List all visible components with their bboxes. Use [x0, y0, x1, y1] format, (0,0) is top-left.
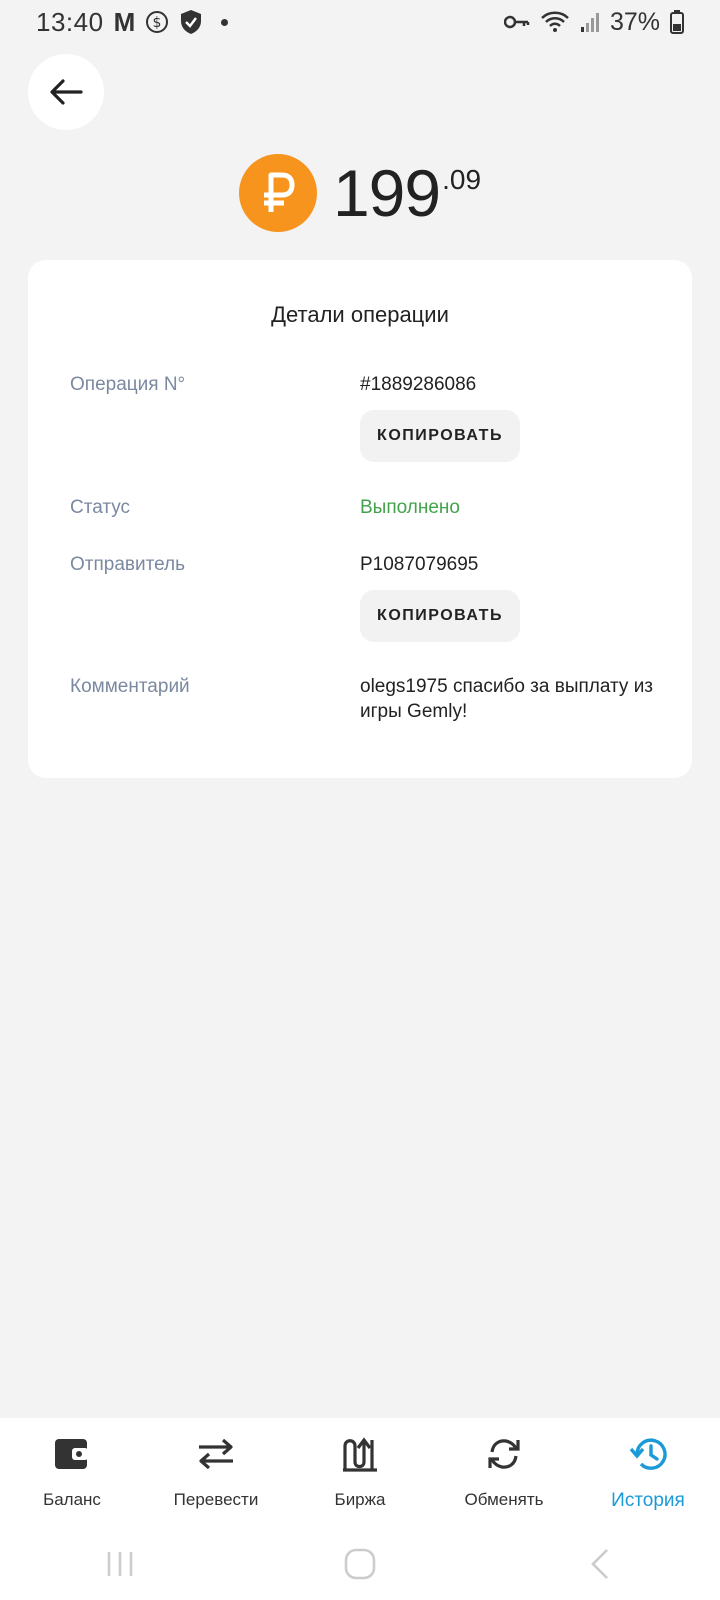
signal-icon — [580, 11, 600, 33]
nav-balance[interactable]: Баланс — [0, 1434, 144, 1510]
dollar-circle-icon: $ — [145, 10, 169, 34]
nav-exchange[interactable]: Биржа — [288, 1434, 432, 1510]
copy-sender-button[interactable]: КОПИРОВАТЬ — [360, 590, 520, 642]
home-icon[interactable] — [330, 1544, 390, 1584]
wifi-icon — [540, 10, 570, 34]
dot-icon — [221, 18, 229, 26]
nav-label-swap: Обменять — [464, 1490, 544, 1509]
nav-history[interactable]: История — [576, 1434, 720, 1512]
recent-apps-icon[interactable] — [90, 1544, 150, 1584]
amount-fraction: .09 — [442, 164, 482, 195]
key-icon — [503, 13, 530, 31]
operation-number: #1889286086 — [360, 374, 477, 395]
bottom-navigation: Баланс Перевести Биржа Обменять История — [0, 1418, 720, 1528]
transfer-arrows-icon — [197, 1434, 235, 1474]
operation-details-card: Детали операции Операция N° #1889286086 … — [28, 260, 692, 778]
sender-label: Отправитель — [70, 554, 186, 575]
arrow-left-icon — [50, 79, 83, 105]
nav-swap[interactable]: Обменять — [432, 1434, 576, 1510]
amount-display: 199 .09 — [0, 150, 720, 236]
battery-percent: 37% — [609, 7, 660, 36]
history-icon — [629, 1434, 667, 1474]
status-time: 13:40 — [36, 6, 104, 37]
status-value: Выполнено — [360, 497, 460, 518]
amount-integer: 199 — [332, 156, 441, 230]
battery-icon — [670, 10, 684, 34]
nav-transfer[interactable]: Перевести — [144, 1434, 288, 1510]
status-bar-left: 13:40 M $ — [36, 6, 229, 38]
nav-label-balance: Баланс — [43, 1490, 101, 1509]
ruble-coin-icon — [238, 154, 317, 232]
card-title: Детали операции — [271, 302, 449, 327]
status-label: Статус — [70, 497, 131, 518]
shield-check-icon — [179, 9, 203, 35]
back-icon[interactable] — [570, 1544, 630, 1584]
comment-value: olegs1975 спасибо за выплату из игры Gem… — [360, 676, 654, 722]
sender-value: P1087079695 — [360, 554, 479, 575]
svg-text:$: $ — [153, 15, 162, 31]
gmail-notification-icon: M — [113, 6, 136, 37]
status-bar: 13:40 M $ 37% — [0, 0, 720, 44]
wallet-icon — [54, 1434, 90, 1474]
system-navigation-bar — [0, 1528, 720, 1600]
exchange-chart-icon — [342, 1434, 378, 1474]
nav-label-exchange: Биржа — [334, 1490, 386, 1509]
nav-label-history: История — [611, 1490, 685, 1511]
comment-label: Комментарий — [70, 676, 190, 697]
operation-label: Операция N° — [70, 374, 186, 395]
back-button[interactable] — [28, 54, 104, 130]
status-bar-right: 37% — [503, 7, 684, 37]
nav-label-transfer: Перевести — [173, 1490, 259, 1509]
copy-operation-button[interactable]: КОПИРОВАТЬ — [360, 410, 520, 462]
swap-circle-icon — [486, 1434, 522, 1474]
